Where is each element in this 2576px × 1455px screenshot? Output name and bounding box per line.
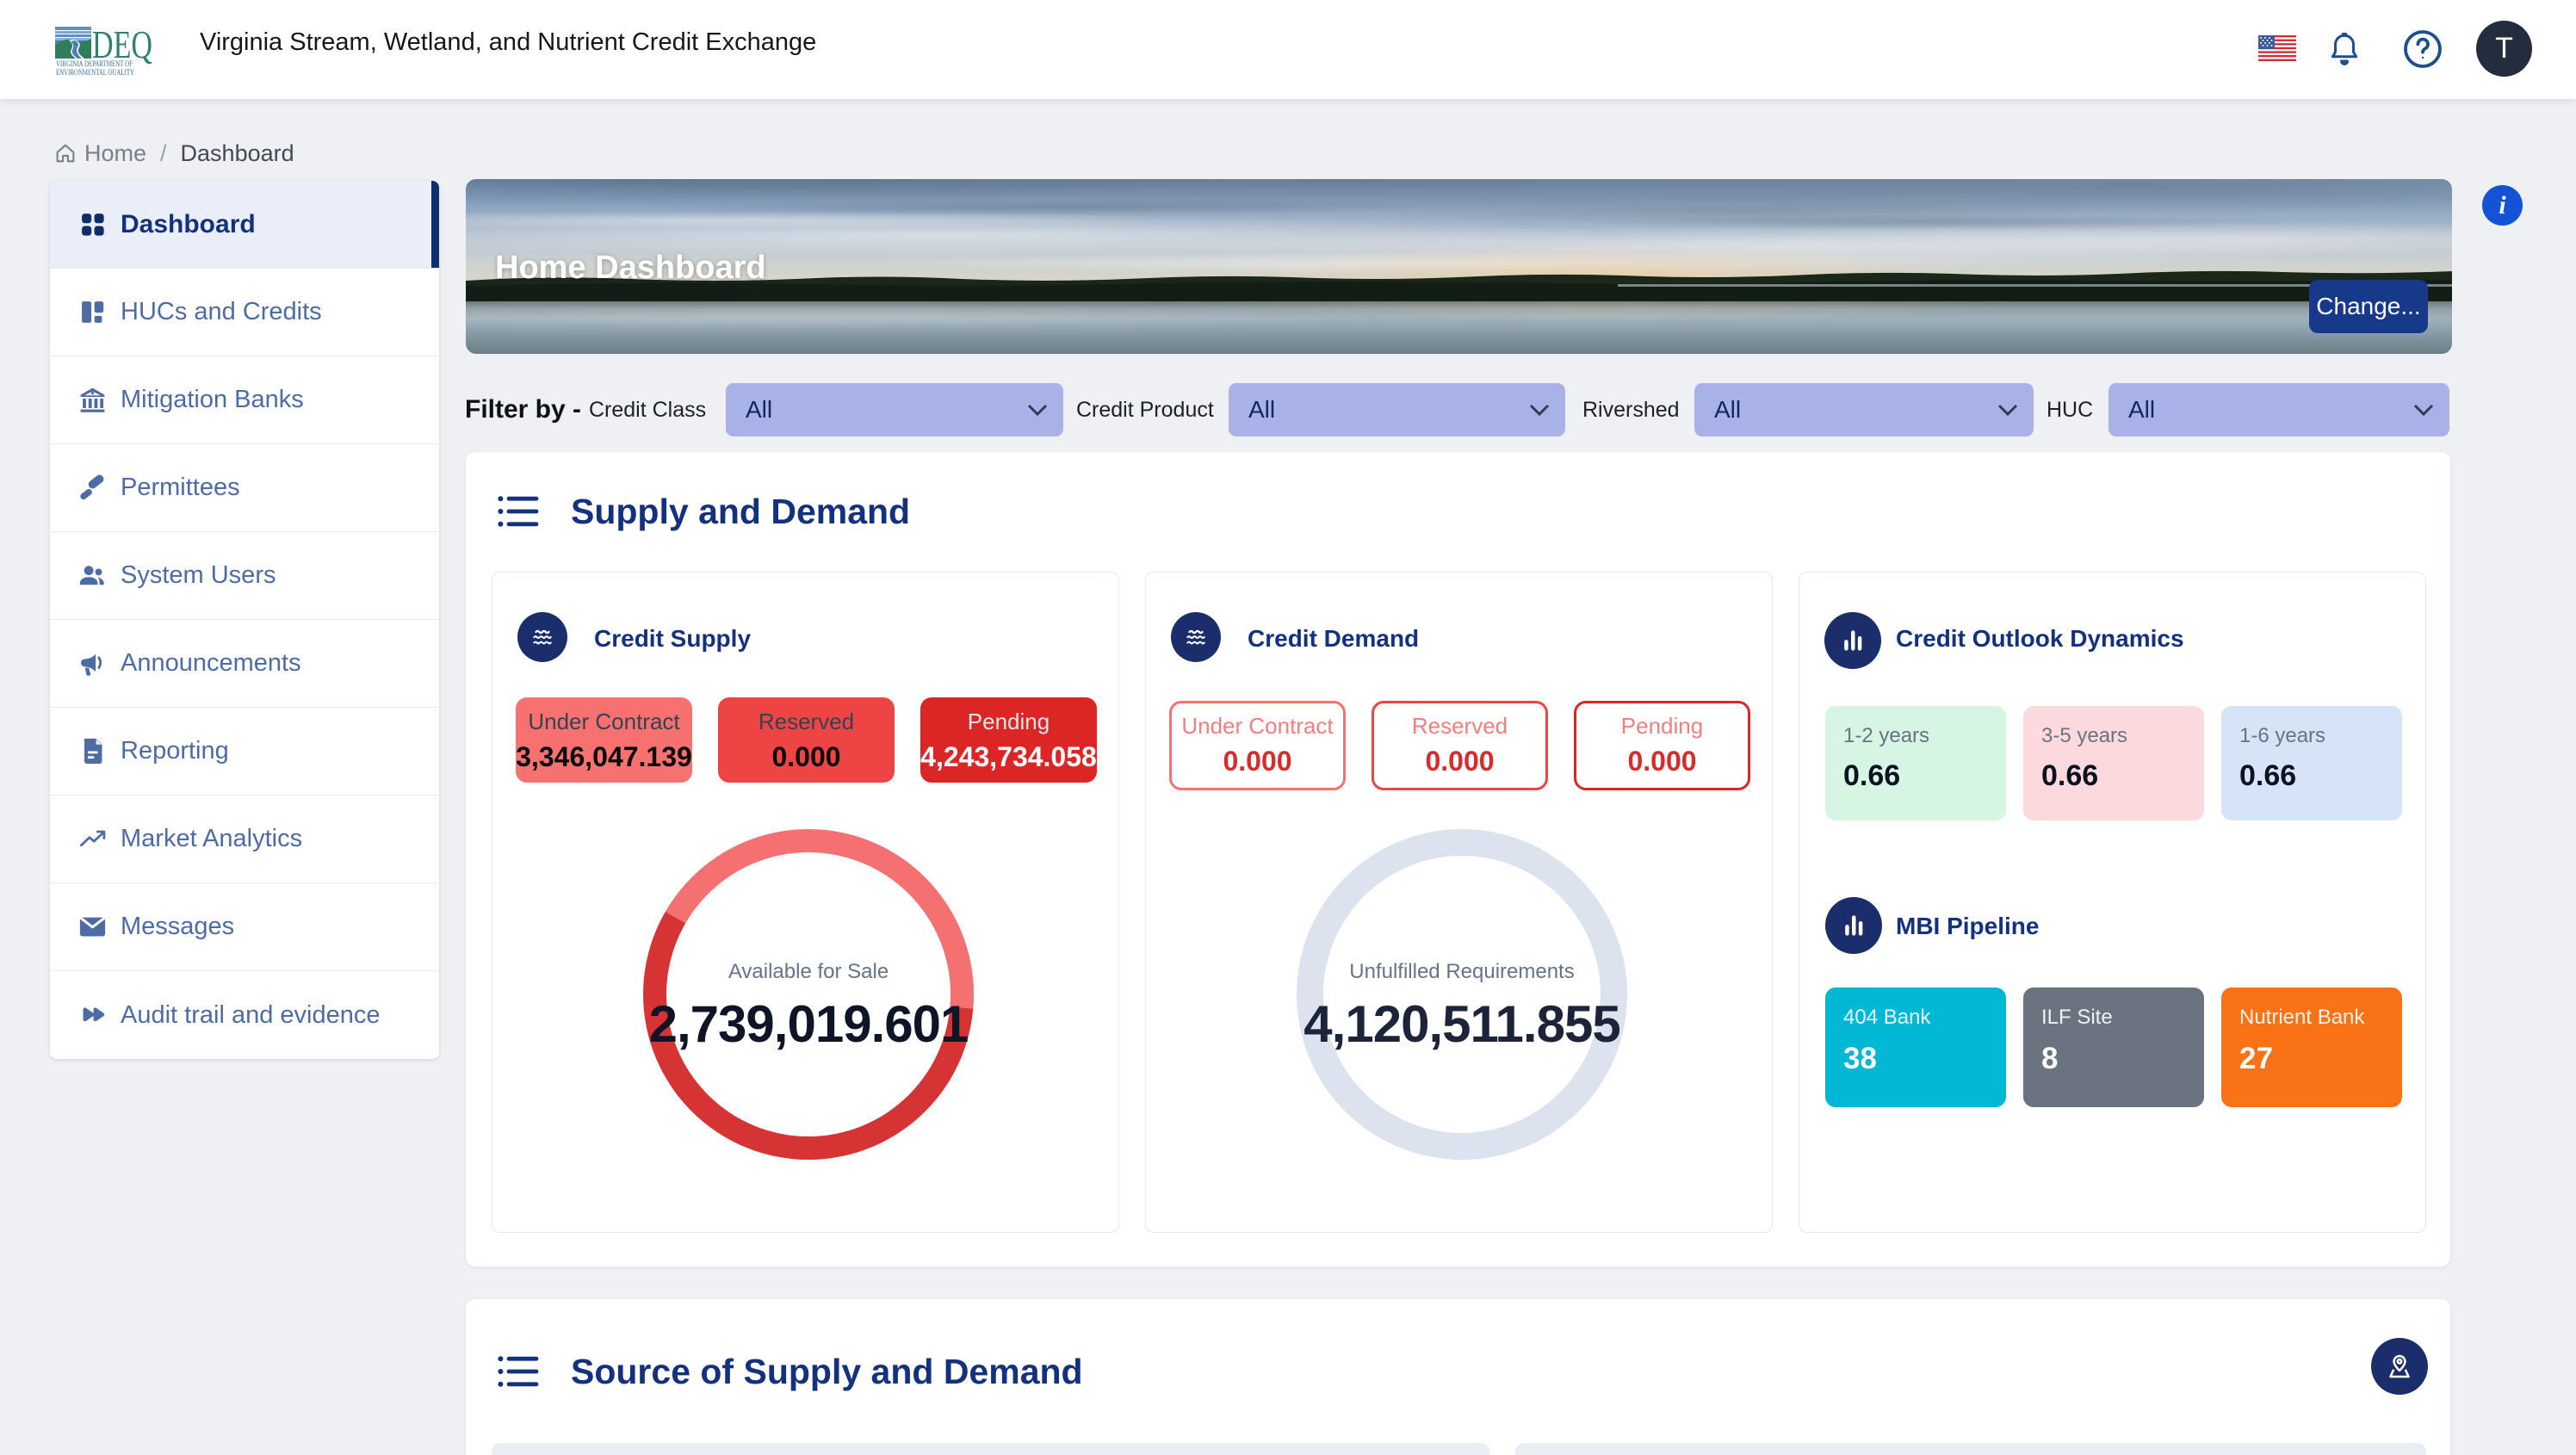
- svg-text:VIRGINIA DEPARTMENT OF: VIRGINIA DEPARTMENT OF: [56, 59, 133, 68]
- svg-text:ENVIRONMENTAL QUALITY: ENVIRONMENTAL QUALITY: [56, 68, 134, 75]
